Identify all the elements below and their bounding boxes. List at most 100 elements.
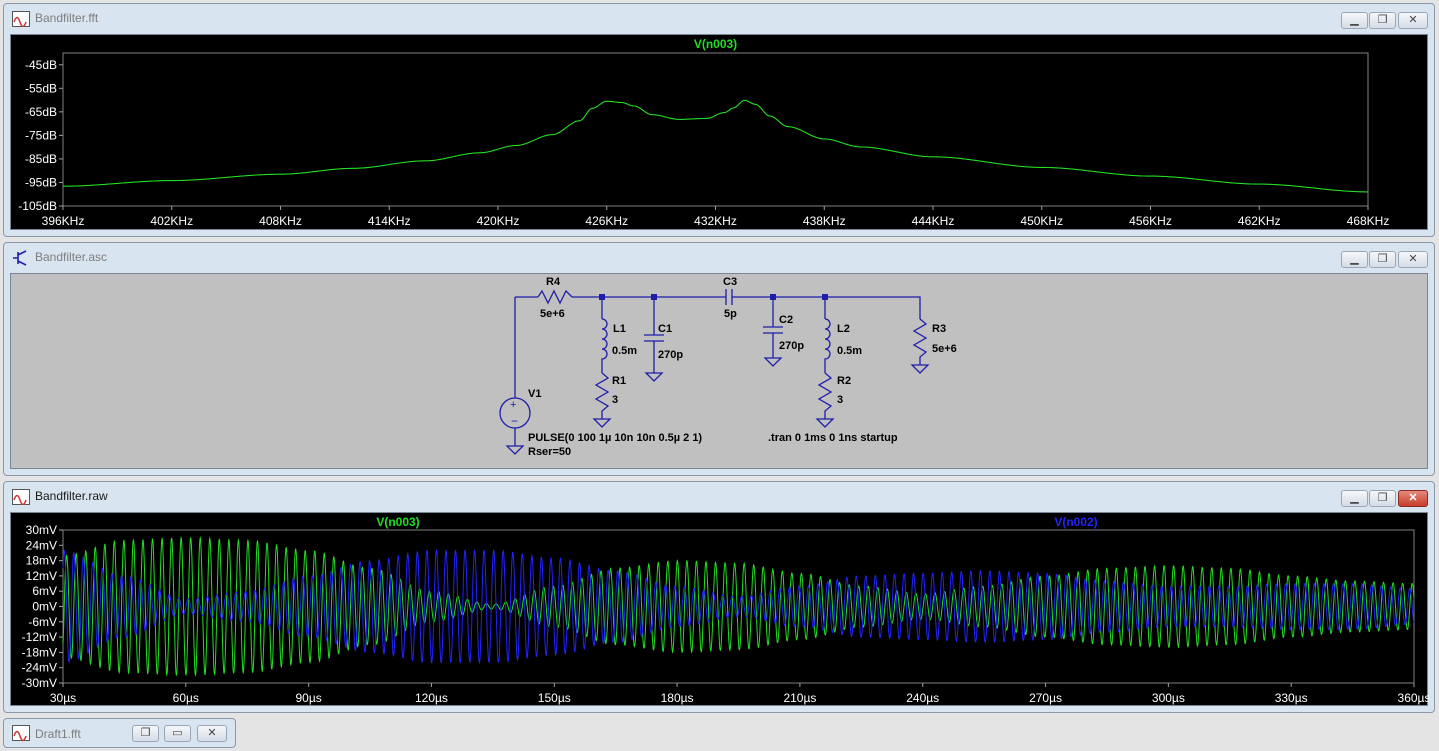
y-tick-label: -30mV bbox=[22, 676, 57, 690]
x-tick-label: 456KHz bbox=[1129, 214, 1172, 228]
spice-directive[interactable]: .tran 0 1ms 0 1ns startup bbox=[768, 432, 898, 444]
x-tick-label: 414KHz bbox=[368, 214, 411, 228]
x-tick-label: 30µs bbox=[50, 691, 76, 705]
plus-sign: + bbox=[510, 399, 516, 411]
raw-window: Bandfilter.raw ▁ ❐ ✕ V(n003) V(n002) 30mV 2… bbox=[3, 481, 1435, 713]
raw-plot-pane[interactable]: V(n003) V(n002) 30mV 24mV 18mV 12mV 6mV 0mV -6mV… bbox=[10, 512, 1429, 707]
c2-value: 270p bbox=[779, 340, 804, 352]
x-tick-label: 300µs bbox=[1152, 691, 1185, 705]
restore-icon: ❐ bbox=[1377, 492, 1388, 504]
resistor-r2[interactable] bbox=[817, 372, 833, 419]
x-tick-label: 468KHz bbox=[1347, 214, 1390, 228]
x-tick-label: 402KHz bbox=[150, 214, 193, 228]
x-tick-label: 462KHz bbox=[1238, 214, 1281, 228]
minimize-icon: ▁ bbox=[1350, 253, 1359, 265]
schematic-window: Bandfilter.asc ▁ ❐ ✕ + − R4 5e+6 L1 0.5m… bbox=[3, 242, 1435, 476]
c3-value: 5p bbox=[724, 308, 737, 320]
resistor-r4[interactable] bbox=[537, 289, 573, 305]
r3-label: R3 bbox=[932, 323, 946, 335]
r2-value: 3 bbox=[837, 394, 843, 406]
transistor-icon bbox=[13, 250, 27, 266]
schematic-canvas[interactable]: + − R4 5e+6 L1 0.5m C1 270p R1 3 C3 5p C… bbox=[10, 273, 1428, 469]
capacitor-c3[interactable] bbox=[725, 289, 738, 305]
schematic-titlebar[interactable]: Bandfilter.asc ▁ ❐ ✕ bbox=[4, 243, 1434, 273]
r4-label: R4 bbox=[546, 276, 561, 288]
waveform-icon bbox=[12, 489, 30, 505]
v1-rser: Rser=50 bbox=[528, 446, 571, 458]
x-tick-label: 432KHz bbox=[694, 214, 737, 228]
schematic-drawing[interactable]: + − R4 5e+6 L1 0.5m C1 270p R1 3 C3 5p C… bbox=[4, 1, 1422, 458]
restore-button[interactable]: ❐ bbox=[132, 725, 159, 742]
draft-minimized-window[interactable]: Draft1.fft ❐ ▭ ✕ bbox=[3, 718, 236, 748]
restore-button[interactable]: ❐ bbox=[1369, 490, 1396, 507]
ground-symbol bbox=[763, 357, 783, 367]
trace-label-v-n002: V(n002) bbox=[1054, 515, 1097, 529]
maximize-icon: ▭ bbox=[172, 727, 183, 739]
ground-symbol bbox=[505, 445, 525, 455]
x-tick-label: 210µs bbox=[783, 691, 816, 705]
x-tick-label: 60µs bbox=[173, 691, 199, 705]
c1-value: 270p bbox=[658, 349, 683, 361]
y-tick-label: -6mV bbox=[28, 615, 57, 629]
raw-titlebar[interactable]: Bandfilter.raw ▁ ❐ ✕ bbox=[4, 482, 1434, 512]
close-icon: ✕ bbox=[1408, 492, 1418, 504]
close-button[interactable]: ✕ bbox=[197, 725, 227, 742]
c2-label: C2 bbox=[779, 314, 793, 326]
c3-label: C3 bbox=[723, 276, 737, 288]
x-tick-label: 270µs bbox=[1029, 691, 1062, 705]
l1-label: L1 bbox=[613, 323, 626, 335]
ground-symbol bbox=[815, 418, 835, 428]
x-tick-label: 360µs bbox=[1398, 691, 1429, 705]
x-tick-label: 450KHz bbox=[1020, 214, 1063, 228]
y-tick-label: 12mV bbox=[26, 569, 57, 583]
minus-sign: − bbox=[511, 414, 518, 428]
x-tick-label: 330µs bbox=[1275, 691, 1308, 705]
raw-window-title: Bandfilter.raw bbox=[35, 489, 108, 503]
maximize-button[interactable]: ▭ bbox=[164, 725, 191, 742]
r3-value: 5e+6 bbox=[932, 343, 957, 355]
close-button[interactable]: ✕ bbox=[1398, 251, 1428, 268]
transient-trace-vn003 bbox=[62, 536, 1415, 677]
restore-icon: ❐ bbox=[140, 727, 151, 739]
wire[interactable] bbox=[738, 296, 921, 319]
r1-value: 3 bbox=[612, 394, 618, 406]
restore-button[interactable]: ❐ bbox=[1369, 251, 1396, 268]
x-tick-label: 120µs bbox=[415, 691, 448, 705]
minimize-button[interactable]: ▁ bbox=[1341, 251, 1368, 268]
schematic-window-title: Bandfilter.asc bbox=[35, 250, 108, 264]
ground-symbol bbox=[592, 418, 612, 428]
r1-label: R1 bbox=[612, 375, 626, 387]
y-tick-label: -105dB bbox=[18, 199, 57, 213]
waveform-icon bbox=[12, 725, 30, 741]
r4-value: 5e+6 bbox=[540, 308, 565, 320]
x-tick-label: 438KHz bbox=[803, 214, 846, 228]
resistor-r1[interactable] bbox=[594, 372, 610, 419]
r2-label: R2 bbox=[837, 375, 851, 387]
y-tick-label: 6mV bbox=[32, 584, 57, 598]
resistor-r3[interactable] bbox=[912, 318, 928, 365]
x-tick-label: 180µs bbox=[661, 691, 694, 705]
minimize-button[interactable]: ▁ bbox=[1341, 490, 1368, 507]
x-tick-label: 426KHz bbox=[585, 214, 628, 228]
y-tick-label: -12mV bbox=[22, 630, 57, 644]
draft-window-title: Draft1.fft bbox=[35, 727, 81, 741]
y-tick-label: 18mV bbox=[26, 554, 57, 568]
inductor-l1[interactable] bbox=[601, 318, 608, 373]
l2-label: L2 bbox=[837, 323, 850, 335]
x-tick-label: 240µs bbox=[906, 691, 939, 705]
trace-label-v-n003: V(n003) bbox=[376, 515, 419, 529]
x-tick-label: 444KHz bbox=[912, 214, 955, 228]
inductor-l2[interactable] bbox=[824, 318, 831, 373]
x-tick-label: 396KHz bbox=[42, 214, 85, 228]
close-button[interactable]: ✕ bbox=[1398, 490, 1428, 507]
ground-symbol bbox=[644, 372, 664, 382]
y-tick-label: 30mV bbox=[26, 523, 57, 537]
transient-chart[interactable]: V(n003) V(n002) 30mV24mV 18mV12mV6mV 0mV-6mV… bbox=[11, 513, 1429, 707]
y-tick-label: -18mV bbox=[22, 645, 57, 659]
y-tick-label: 24mV bbox=[26, 538, 57, 552]
y-tick-label: -24mV bbox=[22, 661, 57, 675]
close-icon: ✕ bbox=[1408, 253, 1418, 265]
y-tick-label: 0mV bbox=[32, 600, 57, 614]
v1-label: V1 bbox=[528, 388, 541, 400]
x-tick-label: 408KHz bbox=[259, 214, 302, 228]
